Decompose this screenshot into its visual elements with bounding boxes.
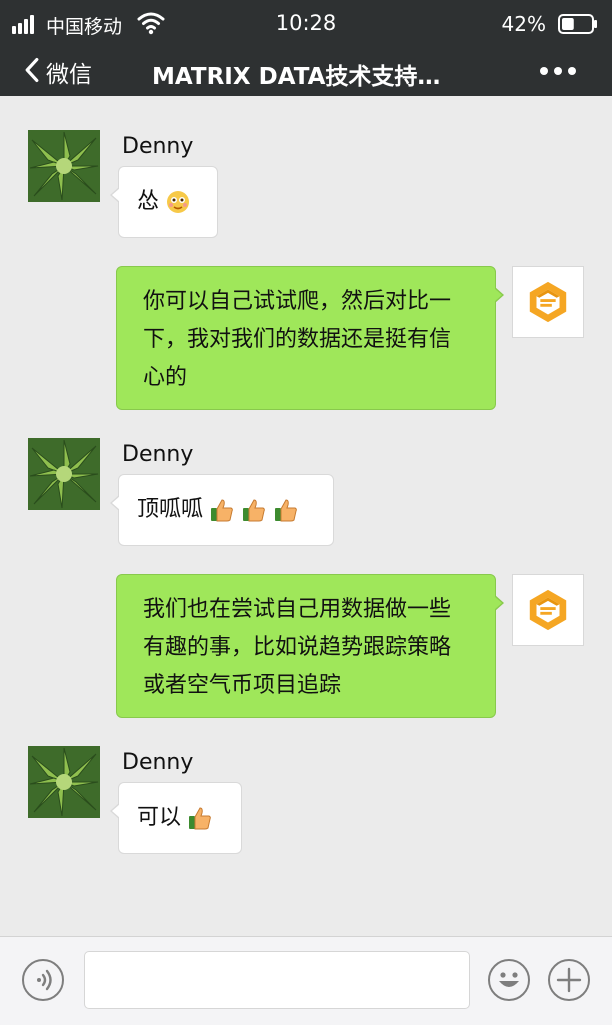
matrix-data-logo-icon: [529, 281, 567, 323]
message-bubble[interactable]: 我们也在尝试自己用数据做一些 有趣的事，比如说趋势跟踪策略 或者空气币项目追踪: [116, 574, 504, 718]
sender-name: Denny: [122, 750, 194, 775]
back-label: 微信: [46, 62, 92, 88]
message-text: 怂: [137, 189, 160, 214]
avatar-denny[interactable]: [28, 438, 100, 510]
matrix-data-logo-icon: [529, 589, 567, 631]
plus-icon[interactable]: [548, 959, 590, 1001]
sender-name: Denny: [122, 134, 194, 159]
avatar-matrix-data[interactable]: [512, 266, 584, 338]
thumbs-up-emoji: [241, 497, 267, 523]
avatar-denny[interactable]: [28, 746, 100, 818]
battery-icon: [558, 14, 598, 34]
blush-face-emoji: [165, 189, 191, 215]
emoji-face-icon[interactable]: [488, 959, 530, 1001]
message-line: 我们也在尝试自己用数据做一些: [143, 597, 452, 622]
status-bar: 中国移动 10:28 42%: [0, 0, 612, 48]
message-text: 可以: [137, 805, 182, 830]
sender-name: Denny: [122, 442, 194, 467]
message-text: 顶呱呱: [137, 497, 204, 522]
message-line: 或者空气币项目追踪: [143, 673, 342, 698]
battery-percent: 42%: [501, 12, 546, 36]
message-line: 你可以自己试试爬，然后对比一: [143, 289, 452, 314]
message-bubble[interactable]: 你可以自己试试爬，然后对比一 下，我对我们的数据还是挺有信 心的: [116, 266, 504, 410]
message-bubble[interactable]: 顶呱呱: [110, 474, 334, 546]
avatar-matrix-data[interactable]: [512, 574, 584, 646]
message-line: 下，我对我们的数据还是挺有信: [143, 327, 452, 352]
voice-icon[interactable]: [22, 959, 64, 1001]
message-bubble[interactable]: 可以: [110, 782, 242, 854]
top-bar: 中国移动 10:28 42% 微信 MATRIX DATA技术支持…: [0, 0, 612, 96]
chat-title: MATRIX DATA技术支持…: [152, 64, 441, 90]
nav-bar: 微信 MATRIX DATA技术支持…: [0, 48, 612, 96]
message-line: 心的: [143, 365, 188, 390]
message-input[interactable]: [84, 951, 470, 1009]
input-bar: [0, 936, 612, 1025]
thumbs-up-emoji: [273, 497, 299, 523]
thumbs-up-emoji: [187, 805, 213, 831]
message-bubble[interactable]: 怂: [110, 166, 218, 238]
chevron-left-icon: [24, 56, 40, 88]
back-button[interactable]: 微信: [24, 52, 92, 92]
thumbs-up-emoji: [209, 497, 235, 523]
more-dots-icon[interactable]: [540, 64, 576, 78]
message-line: 有趣的事，比如说趋势跟踪策略: [143, 635, 452, 660]
avatar-denny[interactable]: [28, 130, 100, 202]
